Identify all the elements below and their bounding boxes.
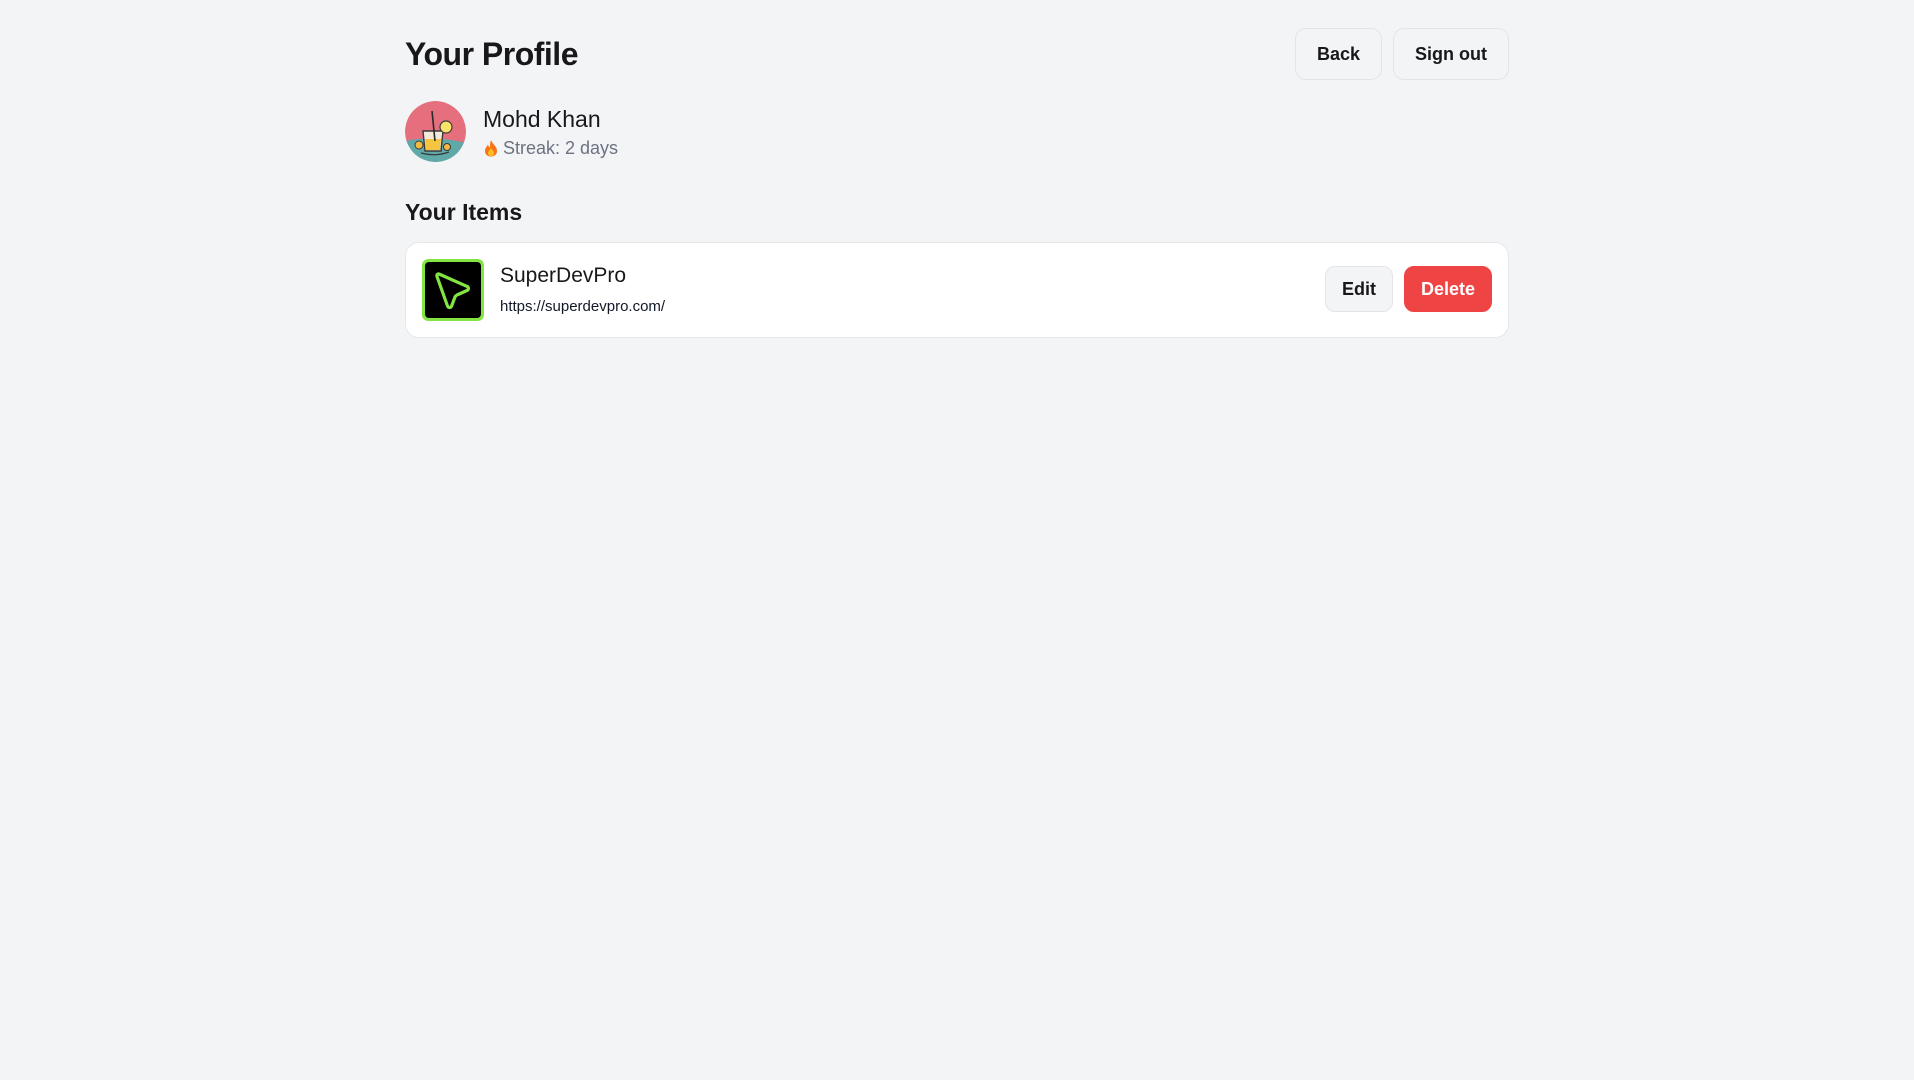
fire-icon [483, 139, 499, 157]
edit-button[interactable]: Edit [1324, 266, 1393, 312]
page-title: Your Profile [405, 36, 578, 72]
item-url[interactable]: https://superdevpro.com/ [500, 297, 665, 317]
item-name: SuperDevPro [500, 264, 627, 287]
item-actions: Edit Delete [1324, 266, 1492, 312]
main-container: Your Profile Back Sign out Mohd Khan Str… [405, 0, 1509, 338]
profile-name: Mohd Khan [483, 106, 601, 132]
items-section-title: Your Items [405, 199, 523, 225]
avatar-illustration-icon [405, 101, 466, 162]
streak-text: Streak: 2 days [503, 138, 619, 158]
profile-summary: Mohd Khan Streak: 2 days [405, 101, 618, 162]
profile-text: Mohd Khan Streak: 2 days [483, 103, 618, 160]
avatar [405, 101, 466, 162]
profile-page: Your Profile Back Sign out Mohd Khan Str… [0, 0, 1914, 1080]
item-card: SuperDevPro https://superdevpro.com/ Edi… [405, 242, 1509, 338]
superdevpro-logo-icon [422, 259, 484, 321]
header-actions: Back Sign out [1294, 28, 1509, 80]
page-header: Your Profile Back Sign out [405, 0, 1509, 110]
streak-line: Streak: 2 days [483, 136, 618, 160]
back-button[interactable]: Back [1294, 28, 1383, 80]
sign-out-button[interactable]: Sign out [1393, 28, 1509, 80]
delete-button[interactable]: Delete [1403, 266, 1492, 312]
